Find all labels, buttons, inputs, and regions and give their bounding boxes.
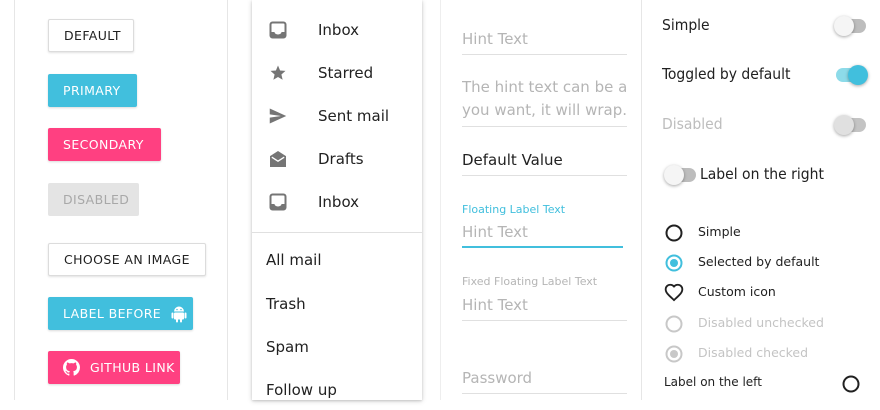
menu-item-label: Inbox (318, 21, 360, 39)
disabled-button-label: DISABLED (63, 192, 130, 207)
multiline-text-field[interactable]: The hint text can be as long as you want… (462, 76, 627, 128)
drafts-icon (268, 149, 288, 169)
choose-image-button[interactable]: CHOOSE AN IMAGE (48, 243, 206, 276)
default-button[interactable]: DEFAULT (48, 19, 134, 52)
menu-item-sent-mail[interactable]: Sent mail (252, 96, 422, 136)
field-underline (462, 393, 627, 394)
radio-checked-icon (665, 345, 683, 363)
menu-item-inbox[interactable]: Inbox (252, 10, 422, 50)
secondary-button-label: SECONDARY (63, 137, 144, 152)
star-icon (268, 63, 288, 83)
column-divider (14, 0, 15, 400)
multiline-hint-line-2: you want, it will wrap. (462, 101, 627, 119)
menu-divider (252, 232, 422, 233)
menu-item-trash[interactable]: Trash (252, 284, 422, 324)
inbox-icon (268, 20, 288, 40)
primary-button[interactable]: PRIMARY (48, 74, 137, 107)
toggle-label: Label on the right (700, 165, 824, 183)
field-underline (462, 126, 627, 127)
inbox-icon (268, 192, 288, 212)
column-divider (440, 0, 441, 400)
radio-label: Disabled checked (698, 345, 809, 360)
toggle-label: Toggled by default (662, 65, 791, 83)
secondary-button[interactable]: SECONDARY (48, 128, 161, 161)
fixed-hint-text: Hint Text (462, 296, 528, 314)
menu-item-label: Drafts (318, 150, 364, 168)
toggle-thumb (834, 115, 854, 135)
menu-item-all-mail[interactable]: All mail (252, 240, 422, 280)
menu-item-label: Follow up (266, 381, 337, 399)
menu-item-label: All mail (266, 251, 322, 269)
toggle-thumb (664, 165, 684, 185)
toggle-label: Simple (662, 16, 710, 34)
disabled-button: DISABLED (48, 183, 139, 216)
default-button-label: DEFAULT (64, 28, 121, 43)
field-underline-focused (462, 246, 623, 248)
column-divider (227, 0, 228, 400)
menu-item-spam[interactable]: Spam (252, 327, 422, 367)
field-underline (462, 320, 627, 321)
menu-item-label: Sent mail (318, 107, 390, 125)
choose-image-button-label: CHOOSE AN IMAGE (64, 252, 190, 267)
primary-button-label: PRIMARY (63, 83, 121, 98)
menu-item-label: Starred (318, 64, 374, 82)
radio-label: Custom icon (698, 284, 776, 299)
android-icon (171, 305, 187, 323)
multiline-hint-line-1: The hint text can be as long as (462, 78, 627, 96)
menu-item-drafts[interactable]: Drafts (252, 139, 422, 179)
floating-label: Floating Label Text (462, 203, 566, 216)
menu-item-label: Trash (266, 295, 306, 313)
menu-item-label: Spam (266, 338, 309, 356)
toggle-thumb (848, 65, 868, 85)
menu-item-starred[interactable]: Starred (252, 53, 422, 93)
radio-unchecked-icon (665, 224, 683, 242)
toggle-label: Disabled (662, 115, 723, 133)
heart-outline-icon (664, 283, 684, 302)
github-icon (63, 359, 80, 376)
send-icon (268, 106, 288, 126)
menu-item-inbox-2[interactable]: Inbox (252, 182, 422, 222)
github-link-button[interactable]: GITHUB LINK (48, 351, 180, 384)
radio-label: Selected by default (698, 254, 820, 269)
label-before-button[interactable]: LABEL BEFORE (48, 297, 193, 330)
menu-item-follow-up[interactable]: Follow up (252, 370, 422, 410)
radio-unchecked-icon (842, 375, 860, 393)
radio-label: Label on the left (664, 375, 762, 389)
menu-card: Inbox Starred Sent mail Drafts Inbox All… (252, 0, 422, 400)
field-underline (462, 175, 627, 176)
fixed-floating-label: Fixed Floating Label Text (462, 275, 598, 288)
github-link-button-label: GITHUB LINK (90, 360, 175, 375)
default-value-text: Default Value (462, 151, 563, 169)
toggle-thumb (834, 16, 854, 36)
radio-label: Simple (698, 224, 741, 239)
radio-checked-icon (665, 254, 683, 272)
password-placeholder: Password (462, 369, 533, 387)
column-divider (641, 0, 642, 400)
radio-label: Disabled unchecked (698, 315, 824, 330)
floating-hint-text: Hint Text (462, 223, 528, 241)
label-before-button-label: LABEL BEFORE (63, 306, 162, 321)
menu-item-label: Inbox (318, 193, 360, 211)
hint-text-placeholder: Hint Text (462, 30, 528, 48)
radio-unchecked-icon (665, 315, 683, 333)
field-underline (462, 54, 627, 55)
